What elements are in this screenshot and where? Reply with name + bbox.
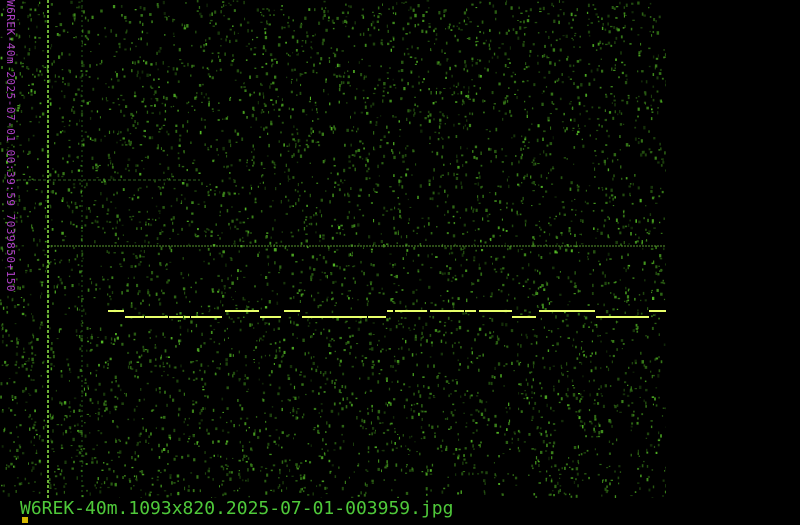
noise-speckle <box>0 0 666 498</box>
waterfall-caption: W6REK-40m 2025-07-01 00:39:59 7039850+15… <box>4 0 17 293</box>
waterfall-spectrogram <box>0 0 666 498</box>
signal-trace <box>108 310 666 318</box>
cursor-marker <box>22 517 28 523</box>
filename-label: W6REK-40m.1093x820.2025-07-01-003959.jpg <box>20 498 454 519</box>
